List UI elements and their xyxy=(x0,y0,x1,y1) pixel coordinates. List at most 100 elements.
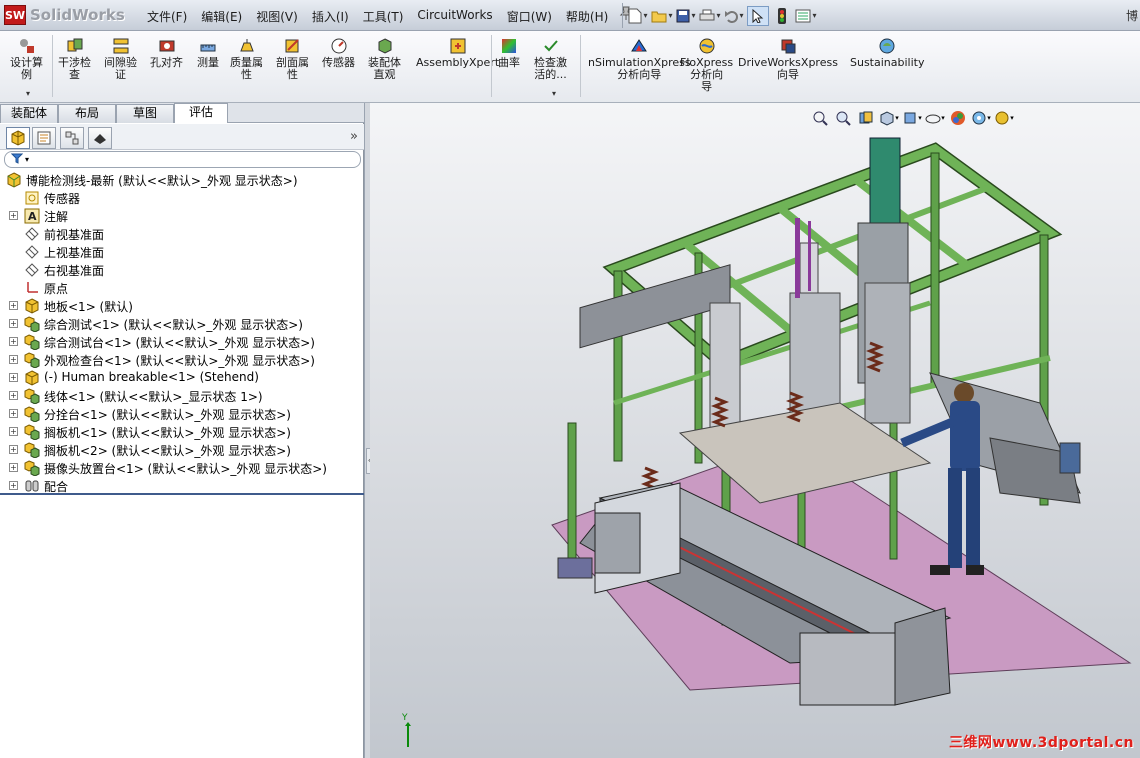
check-active-button[interactable]: 检查激 活的... xyxy=(534,37,567,81)
expand-toggle-icon[interactable]: + xyxy=(9,463,18,472)
zoom-to-area-icon[interactable] xyxy=(833,109,853,127)
expand-toggle-icon[interactable]: + xyxy=(9,391,18,400)
command-dropdown-icon[interactable]: ▾ xyxy=(26,89,30,98)
tree-item-label: 搁板机<2> (默认<<默认>_外观 显示状态>) xyxy=(44,444,291,458)
tree-item-11[interactable]: + 线体<1> (默认<<默认>_显示状态 1>) xyxy=(0,387,364,405)
menu-item-5[interactable]: CircuitWorks xyxy=(410,6,499,27)
options-button[interactable]: ▾ xyxy=(795,6,817,26)
tab-3[interactable]: 评估 xyxy=(174,103,228,123)
assembly-model-view[interactable] xyxy=(370,103,1140,758)
design-study-button[interactable]: 设计算 例 xyxy=(10,37,43,81)
menu-item-1[interactable]: 编辑(E) xyxy=(194,6,249,27)
curvature-button[interactable]: 曲率 xyxy=(498,37,520,69)
apply-scene-icon[interactable]: ▾ xyxy=(971,109,991,127)
subassembly-icon xyxy=(24,352,40,368)
tree-item-12[interactable]: + 分拴台<1> (默认<<默认>_外观 显示状态>) xyxy=(0,405,364,423)
edit-appearance-icon[interactable] xyxy=(948,109,968,127)
tree-item-6[interactable]: + 地板<1> (默认) xyxy=(0,297,364,315)
save-button[interactable]: ▾ xyxy=(675,6,697,26)
measure-button[interactable]: 测量 xyxy=(197,37,219,69)
simulation-button[interactable]: nSimulationXpress 分析向导 xyxy=(588,37,691,81)
menu-item-3[interactable]: 插入(I) xyxy=(305,6,356,27)
display-style-icon[interactable]: ▾ xyxy=(925,109,945,127)
assemblyxpert-button[interactable]: AssemblyXpert xyxy=(416,37,499,69)
driveworks-button[interactable]: DriveWorksXpress 向导 xyxy=(738,37,838,81)
expand-toggle-icon[interactable]: + xyxy=(9,481,18,490)
expand-toggle-icon[interactable]: + xyxy=(9,373,18,382)
tree-item-3[interactable]: 上视基准面 xyxy=(0,243,364,261)
tree-item-15[interactable]: + 摄像头放置台<1> (默认<<默认>_外观 显示状态>) xyxy=(0,459,364,477)
assembly-visual-icon xyxy=(376,37,394,55)
solidworks-logo[interactable]: SW SolidWorks xyxy=(4,4,128,26)
tree-item-14[interactable]: + 搁板机<2> (默认<<默认>_外观 显示状态>) xyxy=(0,441,364,459)
display-manager-tab-icon[interactable] xyxy=(88,127,112,149)
reference-triad: Y xyxy=(402,713,414,750)
menu-item-2[interactable]: 视图(V) xyxy=(249,6,305,27)
tree-item-4[interactable]: 右视基准面 xyxy=(0,261,364,279)
section-props-button[interactable]: 剖面属 性 xyxy=(276,37,309,81)
section-view-icon[interactable]: ▾ xyxy=(879,109,899,127)
filter-dropdown-icon[interactable]: ▾ xyxy=(25,155,29,164)
tree-item-0[interactable]: 传感器 xyxy=(0,189,364,207)
previous-view-icon[interactable] xyxy=(856,109,876,127)
rebuild-traffic-light-icon[interactable] xyxy=(771,6,793,26)
tree-item-label: 摄像头放置台<1> (默认<<默认>_外观 显示状态>) xyxy=(44,462,327,476)
menu-item-6[interactable]: 窗口(W) xyxy=(500,6,559,27)
menu-item-7[interactable]: 帮助(H) xyxy=(559,6,615,27)
graphics-area[interactable]: ▾ ▾ ▾ ▾ ▾ Y 三维网www.3dportal.cn xyxy=(370,103,1140,758)
tree-item-1[interactable]: + A 注解 xyxy=(0,207,364,225)
zoom-to-fit-icon[interactable] xyxy=(810,109,830,127)
tree-item-label: 右视基准面 xyxy=(44,264,105,278)
tab-1[interactable]: 布局 xyxy=(58,104,116,123)
clearance-icon xyxy=(112,37,130,55)
expand-toggle-icon[interactable]: + xyxy=(9,355,18,364)
manager-tabs: » xyxy=(0,124,364,150)
interference-button[interactable]: 干涉检 查 xyxy=(58,37,91,81)
hole-align-button[interactable]: 孔对齐 xyxy=(150,37,183,69)
expand-toggle-icon[interactable]: + xyxy=(9,319,18,328)
command-dropdown-icon[interactable]: ▾ xyxy=(552,89,556,98)
open-button[interactable]: ▾ xyxy=(651,6,673,26)
tree-item-label: 综合测试台<1> (默认<<默认>_外观 显示状态>) xyxy=(44,336,315,350)
assembly-visual-button[interactable]: 装配体 直观 xyxy=(368,37,401,81)
expand-toggle-icon[interactable]: + xyxy=(9,211,18,220)
print-button[interactable]: ▾ xyxy=(699,6,721,26)
clearance-button[interactable]: 间隙验 证 xyxy=(104,37,137,81)
tab-0[interactable]: 装配体 xyxy=(0,104,58,123)
expand-toggle-icon[interactable]: + xyxy=(9,337,18,346)
select-arrow-button[interactable] xyxy=(747,5,769,26)
feature-manager-tab-icon[interactable] xyxy=(6,127,30,149)
sensor-button[interactable]: 传感器 xyxy=(322,37,355,69)
logo-text: SolidWorks xyxy=(30,6,125,24)
tree-item-label: 地板<1> (默认) xyxy=(44,300,133,314)
view-orientation-icon[interactable]: ▾ xyxy=(902,109,922,127)
tree-item-9[interactable]: + 外观检查台<1> (默认<<默认>_外观 显示状态>) xyxy=(0,351,364,369)
undo-button[interactable]: ▾ xyxy=(723,6,745,26)
sustainability-button[interactable]: Sustainability xyxy=(850,37,924,69)
expand-toggle-icon[interactable]: + xyxy=(9,445,18,454)
configuration-manager-tab-icon[interactable] xyxy=(60,127,84,149)
tree-item-5[interactable]: 原点 xyxy=(0,279,364,297)
design-study-icon xyxy=(18,37,36,55)
view-settings-icon[interactable]: ▾ xyxy=(994,109,1014,127)
menu-item-4[interactable]: 工具(T) xyxy=(356,6,411,27)
tree-item-2[interactable]: 前视基准面 xyxy=(0,225,364,243)
menu-item-0[interactable]: 文件(F) xyxy=(140,6,194,27)
tree-item-8[interactable]: + 综合测试台<1> (默认<<默认>_外观 显示状态>) xyxy=(0,333,364,351)
property-manager-tab-icon[interactable] xyxy=(32,127,56,149)
mass-props-button[interactable]: 质量属 性 xyxy=(230,37,263,81)
cabinet-right xyxy=(894,607,951,706)
expand-toggle-icon[interactable]: + xyxy=(9,409,18,418)
tree-filter-input[interactable]: ▾ xyxy=(4,151,361,168)
subassembly-icon xyxy=(24,334,40,350)
expand-toggle-icon[interactable]: + xyxy=(9,427,18,436)
floxpress-button[interactable]: FloXpress 分析向 导 xyxy=(680,37,733,93)
tree-item-root[interactable]: 博能检测线-最新 (默认<<默认>_外观 显示状态>) xyxy=(0,171,364,189)
tree-item-13[interactable]: + 搁板机<1> (默认<<默认>_外观 显示状态>) xyxy=(0,423,364,441)
expand-panel-chevron-icon[interactable]: » xyxy=(350,129,358,144)
tree-item-10[interactable]: + (-) Human breakable<1> (Stehend) xyxy=(0,369,364,387)
tab-2[interactable]: 草图 xyxy=(116,104,174,123)
new-document-button[interactable]: ▾ xyxy=(627,6,649,26)
expand-toggle-icon[interactable]: + xyxy=(9,301,18,310)
tree-item-7[interactable]: + 综合测试<1> (默认<<默认>_外观 显示状态>) xyxy=(0,315,364,333)
